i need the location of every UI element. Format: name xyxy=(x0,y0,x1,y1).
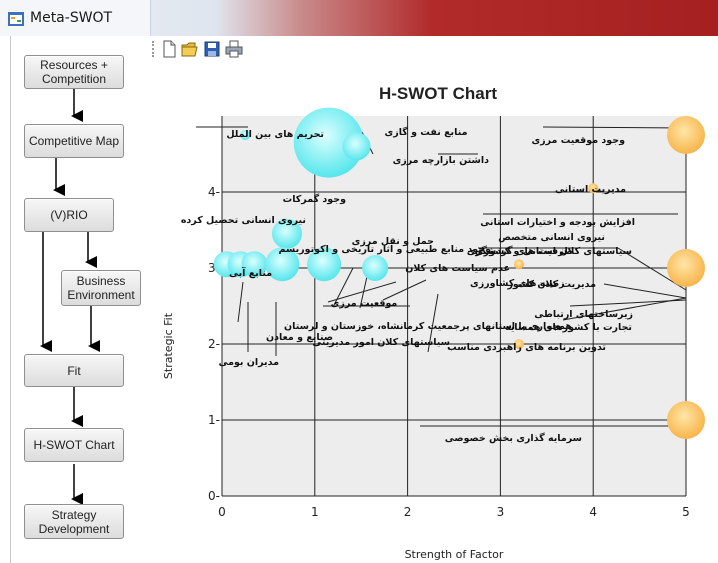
bubble-point-orange xyxy=(667,249,705,287)
x-tick-label: 3 xyxy=(497,505,505,519)
title-tab[interactable]: Meta-SWOT xyxy=(0,0,151,36)
annotation-label: نیروی انسانی تحصیل کرده xyxy=(181,215,306,226)
bubble-point-cyan xyxy=(362,255,389,281)
x-tick-label: 2 xyxy=(404,505,412,519)
annotation-label: وجود گمرکات xyxy=(283,193,346,205)
competitive-map-button[interactable]: Competitive Map xyxy=(24,124,124,158)
business-environment-button[interactable]: Business Environment xyxy=(61,270,141,306)
x-tick-label: 0 xyxy=(218,505,226,519)
bubble-point-cyan xyxy=(342,132,371,161)
app-window: Meta-SWOT Resources + Competition Compet… xyxy=(0,0,718,563)
workflow-sidebar: Resources + Competition Competitive Map … xyxy=(11,36,148,563)
annotation-label: تحریم های بین الملل xyxy=(226,129,324,140)
annotation-label: منابع نفت و گازی xyxy=(385,126,468,138)
annotation-label: سرمایه گذاری بخش خصوصی xyxy=(445,432,582,444)
print-icon[interactable] xyxy=(225,40,243,58)
open-folder-icon[interactable] xyxy=(181,40,199,58)
annotation-label: صنایع و معادن xyxy=(266,332,333,343)
hswot-chart-button[interactable]: H-SWOT Chart xyxy=(24,428,124,462)
left-frame xyxy=(0,36,11,563)
annotation-label: موقعیت مرزی xyxy=(331,298,398,309)
annotation-label: سیاستهای کلان استانی و کشوری xyxy=(475,246,632,257)
y-axis-label: Strategic Fit xyxy=(162,312,175,379)
annotation-label: وجود موقعیت مرزی xyxy=(531,135,625,146)
bubble-point-orange xyxy=(667,116,705,154)
toolbar xyxy=(148,36,718,62)
annotation-label: وجود منابع طبیعی و آثار تاریخی و اکوتوری… xyxy=(278,242,491,255)
annotation-label: افزایش بودجه و اختیارات استانی xyxy=(480,217,635,228)
strategy-development-button[interactable]: Strategy Development xyxy=(24,504,124,539)
annotation-label: مدیران بومی xyxy=(218,357,279,368)
annotation-label: عدم سیاست های کلان xyxy=(405,263,510,274)
fit-button[interactable]: Fit xyxy=(24,354,124,387)
y-tick-label: 1- xyxy=(208,413,220,427)
bubble-point-orange xyxy=(667,401,705,439)
vrio-button[interactable]: (V)RIO xyxy=(24,198,114,232)
bubble-point-orange xyxy=(513,259,524,270)
app-icon xyxy=(8,12,24,26)
y-tick-label: 0- xyxy=(208,489,220,503)
x-tick-label: 5 xyxy=(682,505,690,519)
annotation-label: منابع آبی xyxy=(229,266,272,279)
chart-panel: H-SWOT Chart 0 1 2 3 4 5 0- 1- 2- 3- 4- تحریم های … xyxy=(148,36,718,563)
annotation-label: داشتن بازارچه مرزی xyxy=(393,155,490,166)
x-axis-label: Strength of Factor xyxy=(405,548,504,561)
annotation-label: نیروی انسانی متخصص xyxy=(498,232,605,243)
annotation-label: مدیریت کلان کشور xyxy=(506,279,596,290)
hswot-chart: 0 1 2 3 4 50-1-2-3-4- تحریم های بین الملل مناب… xyxy=(162,107,705,561)
window-title: Meta-SWOT xyxy=(30,10,113,26)
toolbar-grip[interactable] xyxy=(152,41,158,57)
title-bar: Meta-SWOT xyxy=(0,0,718,36)
y-tick-label: 2- xyxy=(208,337,220,351)
save-icon[interactable] xyxy=(203,40,221,58)
x-tick-label: 4 xyxy=(589,505,597,519)
resources-competition-button[interactable]: Resources + Competition xyxy=(24,55,124,89)
annotation-label: تدوین برنامه های راهبردی مناسب xyxy=(447,342,606,353)
annotation-label: مدیریت استانی xyxy=(555,184,626,195)
x-tick-label: 1 xyxy=(311,505,319,519)
annotation-label: تجارت با کشورهای همسایه xyxy=(505,322,632,333)
new-file-icon[interactable] xyxy=(160,40,178,58)
y-tick-label: 4- xyxy=(208,185,220,199)
annotation-label: زیرساختهای ارتباطی xyxy=(534,309,633,320)
